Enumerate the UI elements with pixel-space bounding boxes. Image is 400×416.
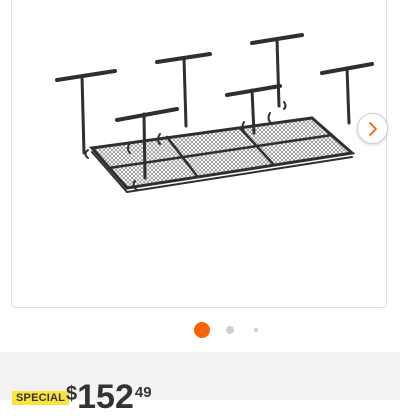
overhead-storage-rack-image[interactable] xyxy=(42,18,382,198)
price-currency: $ xyxy=(66,383,78,405)
price-dollars: 152 xyxy=(77,378,134,416)
product-price: $15249 xyxy=(66,380,152,414)
carousel-pagination xyxy=(0,322,400,338)
carousel-dot[interactable] xyxy=(226,326,234,334)
price-section: SPECIAL $15249 xyxy=(0,352,400,414)
next-image-button[interactable] xyxy=(357,113,388,144)
product-image-gallery xyxy=(11,0,388,308)
carousel-dot-active[interactable] xyxy=(194,322,210,338)
chevron-right-icon xyxy=(368,121,377,136)
price-cents: 49 xyxy=(134,384,152,401)
carousel-dot[interactable] xyxy=(254,328,258,332)
special-badge: SPECIAL xyxy=(12,391,70,405)
